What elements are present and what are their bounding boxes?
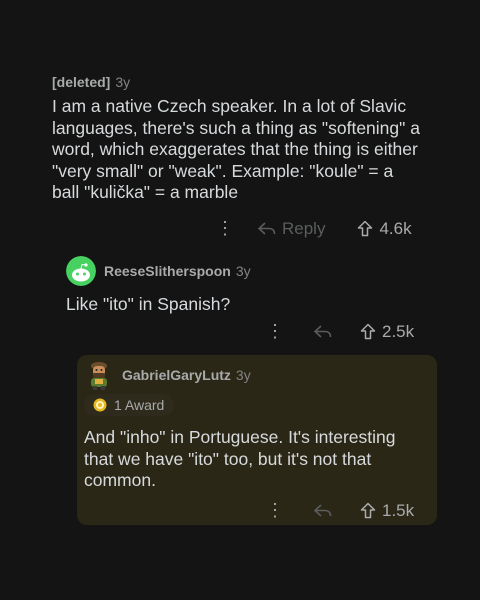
vote-count: 2.5k xyxy=(382,321,415,341)
more-options-icon[interactable]: ⋮ xyxy=(266,500,284,521)
upvote-arrow-icon xyxy=(358,220,373,237)
more-options-icon[interactable]: ⋮ xyxy=(216,218,234,239)
upvote-button[interactable]: 4.6k xyxy=(357,218,412,239)
reply-button[interactable] xyxy=(314,324,332,339)
comment-body: Like "ito" in Spanish? xyxy=(66,294,231,314)
comment-age: 3y xyxy=(235,367,251,383)
avatar[interactable] xyxy=(84,360,114,390)
comment-author[interactable]: ReeseSlitherspoon xyxy=(104,263,231,279)
comment-age: 3y xyxy=(115,74,131,90)
comment-meta: ReeseSlitherspoon 3y xyxy=(66,256,436,286)
comment-reesesliterspoon: ReeseSlitherspoon 3y Like "ito" in Spani… xyxy=(66,256,436,316)
vote-count: 1.5k xyxy=(382,500,415,520)
award-badge[interactable]: 1 Award xyxy=(84,394,175,416)
avatar[interactable] xyxy=(66,256,96,286)
comment-meta: [deleted] 3y xyxy=(52,74,432,90)
reply-icon xyxy=(258,221,276,235)
comment-age: 3y xyxy=(235,263,251,279)
reply-button[interactable] xyxy=(314,503,332,518)
award-icon xyxy=(93,398,107,412)
upvote-arrow-icon xyxy=(360,502,376,519)
snoo-avatar-icon xyxy=(66,256,96,286)
reply-icon xyxy=(314,503,332,517)
comment-meta: GabrielGaryLutz 3y xyxy=(84,360,429,390)
vote-count: 4.6k xyxy=(379,218,412,238)
comment-author[interactable]: [deleted] xyxy=(52,74,110,90)
award-label: 1 Award xyxy=(114,397,165,413)
comment-actions: ⋮ 1.5k xyxy=(266,500,426,521)
comment-deleted: [deleted] 3y I am a native Czech speaker… xyxy=(52,74,432,204)
comment-author[interactable]: GabrielGaryLutz xyxy=(122,367,231,383)
upvote-arrow-icon xyxy=(360,323,376,340)
reply-button[interactable]: Reply xyxy=(258,219,325,239)
comment-actions: ⋮ 2.5k xyxy=(266,321,426,342)
reply-icon xyxy=(314,324,332,338)
comment-body: I am a native Czech speaker. In a lot of… xyxy=(52,96,420,202)
upvote-button[interactable]: 2.5k xyxy=(360,322,414,342)
comment-gabrielgarylutz: GabrielGaryLutz 3y xyxy=(84,360,429,390)
more-options-icon[interactable]: ⋮ xyxy=(266,321,284,342)
upvote-button[interactable]: 1.5k xyxy=(360,501,414,521)
comment-actions: ⋮ Reply 4.6k xyxy=(216,218,426,239)
character-avatar-icon xyxy=(91,362,107,390)
comment-body: And "inho" in Portuguese. It's interesti… xyxy=(84,427,396,490)
reply-label: Reply xyxy=(282,218,326,238)
